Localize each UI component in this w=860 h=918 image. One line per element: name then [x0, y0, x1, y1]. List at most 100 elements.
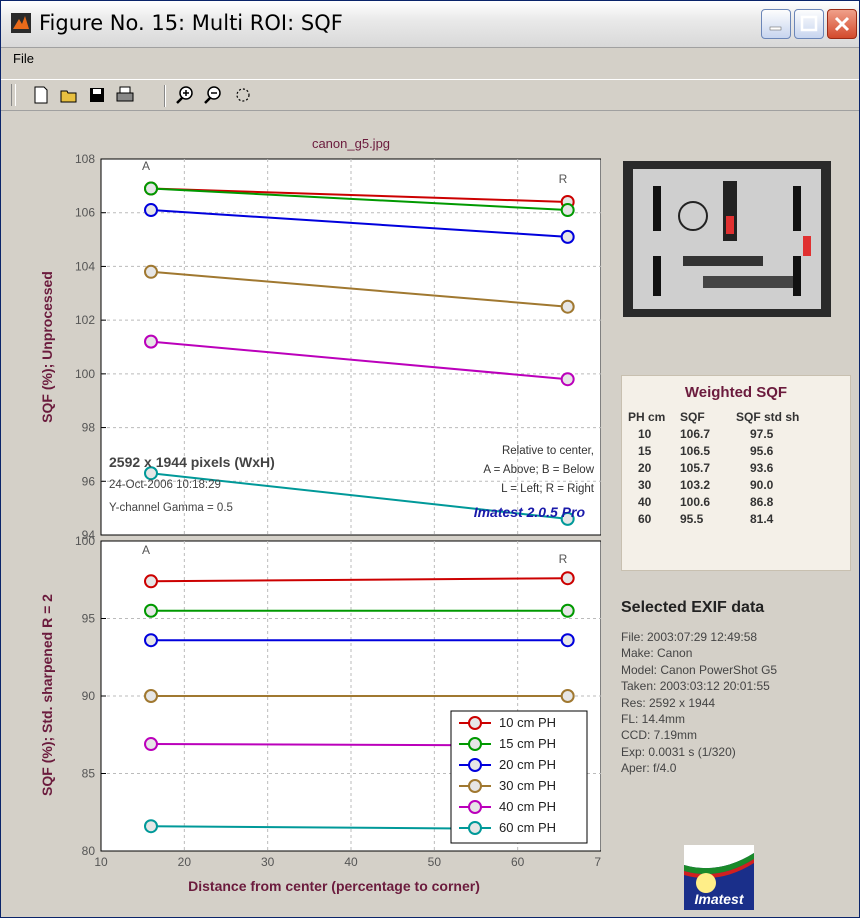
top-plot-title: canon_g5.jpg	[312, 136, 390, 151]
y-tick-label: 96	[82, 474, 96, 488]
series-point	[560, 229, 575, 244]
y-tick-label: 104	[75, 259, 95, 273]
table-row: 15 106.5 95.6	[628, 442, 799, 459]
imatest-logo: Imatest	[684, 845, 754, 910]
header-ph-cm: PH cm	[628, 409, 666, 424]
series-point	[144, 181, 158, 196]
table-row: 60 95.5 81.4	[628, 510, 799, 527]
maximize-icon	[800, 15, 818, 32]
legend-label: 60 cm PH	[499, 820, 556, 835]
cell-ph: 40	[638, 494, 652, 509]
x-tick-label: 40	[344, 855, 358, 869]
series-point	[560, 571, 575, 586]
close-button[interactable]	[827, 9, 857, 39]
print-icon[interactable]	[115, 85, 135, 105]
legend-marker	[468, 821, 482, 835]
target-thumbnail	[623, 161, 831, 317]
relative-annotation-3: L = Left; R = Right	[501, 483, 595, 495]
x-tick-label: 60	[511, 855, 525, 869]
zoom-in-icon[interactable]	[175, 85, 195, 105]
cell-ph: 30	[638, 477, 652, 492]
cell-ph: 15	[638, 443, 652, 458]
cell-std: 86.8	[750, 494, 774, 509]
y-tick-label: 85	[82, 767, 96, 781]
relative-annotation-1: Relative to center,	[502, 445, 594, 457]
y-tick-label: 102	[75, 313, 95, 327]
cell-std: 93.6	[750, 460, 774, 475]
series-point	[144, 574, 158, 589]
series-point	[144, 264, 158, 279]
series-point	[560, 203, 575, 218]
menu-file[interactable]: File	[13, 51, 34, 66]
y-tick-label: 108	[75, 152, 95, 166]
exif-list: File: 2003:07:29 12:49:58 Make: Canon Mo…	[621, 629, 777, 777]
x-tick-label: 50	[428, 855, 442, 869]
pixels-annotation: 2592 x 1944 pixels (WxH)	[109, 454, 275, 470]
y-tick-label: 100	[75, 367, 95, 381]
legend-marker	[468, 716, 482, 730]
exif-line: File: 2003:07:29 12:49:58	[621, 630, 758, 644]
legend-label: 10 cm PH	[499, 715, 556, 730]
exif-line: Model: Canon PowerShot G5	[621, 662, 778, 677]
new-icon[interactable]	[31, 85, 51, 105]
cell-sqf: 100.6	[680, 494, 711, 509]
x-tick-label: 20	[178, 855, 192, 869]
table-row: 30 103.2 90.0	[628, 476, 799, 493]
window-title: Figure No. 15: Multi ROI: SQF	[39, 11, 343, 35]
logo-text: Imatest	[694, 891, 744, 907]
bottom-y-tick-labels: 80 85 90 95 100	[75, 534, 95, 858]
y-tick-label: 98	[82, 421, 96, 435]
legend-marker	[468, 758, 482, 772]
weighted-sqf-table: PH cm SQF SQF std sh 10 106.7 97.5 15 106.5…	[628, 408, 799, 527]
legend-label: 40 cm PH	[499, 799, 556, 814]
table-row: 20 105.7 93.6	[628, 459, 799, 476]
imatest-version-annotation: Imatest 2.0.5 Pro	[474, 504, 586, 520]
matlab-icon	[11, 13, 31, 33]
minimize-button[interactable]	[761, 9, 791, 39]
x-tick-label: 70	[594, 855, 601, 869]
figure-area: canon_g5.jpg 94 96 98 100 102 104 106 108 SQF (…	[1, 111, 859, 917]
legend-marker	[468, 737, 482, 751]
series-point	[560, 603, 575, 618]
bottom-x-tick-labels: 10 20 30 40 50 60 70	[94, 855, 608, 869]
cell-sqf: 106.5	[680, 443, 711, 458]
exif-title: Selected EXIF data	[621, 599, 765, 616]
x-tick-label: 30	[261, 855, 275, 869]
cell-sqf: 103.2	[680, 477, 711, 492]
series-point	[560, 372, 575, 387]
cell-std: 90.0	[750, 477, 774, 492]
cell-sqf: 106.7	[680, 426, 711, 441]
y-tick-label: 80	[82, 844, 96, 858]
series-point	[144, 689, 158, 703]
series-point	[144, 737, 158, 752]
cell-ph: 60	[638, 511, 652, 526]
cell-sqf: 95.5	[680, 511, 704, 526]
legend: 10 cm PH 15 cm PH 20 cm PH 30 cm PH 40 cm PH…	[450, 710, 588, 844]
exif-line: Res: 2592 x 1944	[621, 695, 716, 710]
exif-line: Make: Canon	[621, 646, 693, 661]
title-bar[interactable]: Figure No. 15: Multi ROI: SQF	[1, 1, 859, 48]
series-point	[144, 633, 158, 648]
date-annotation: 24-Oct-2006 10:18:29	[109, 479, 221, 491]
toolbar-grip[interactable]	[11, 84, 16, 106]
rotate-icon[interactable]	[233, 85, 253, 105]
sqf-plots: canon_g5.jpg 949698100102104106108 SQF (…	[39, 136, 608, 894]
top-y-axis-label: SQF (%); Unprocessed	[39, 271, 55, 423]
toolbar-separator	[164, 85, 166, 107]
save-icon[interactable]	[87, 85, 107, 105]
weighted-sqf-panel: Weighted SQF PH cm SQF SQF std sh 10 106.…	[621, 375, 851, 571]
maximize-button[interactable]	[794, 9, 824, 39]
table-row: 10 106.7 97.5	[628, 425, 799, 442]
channel-annotation: Y-channel Gamma = 0.5	[109, 502, 233, 514]
zoom-out-icon[interactable]	[203, 85, 223, 105]
header-sqf: SQF	[680, 409, 705, 424]
series-point	[560, 299, 575, 314]
legend-label: 15 cm PH	[499, 736, 556, 751]
cell-sqf: 105.7	[680, 460, 711, 475]
table-row: 40 100.6 86.8	[628, 493, 799, 510]
bottom-point-label-a: A	[142, 543, 150, 557]
open-icon[interactable]	[59, 85, 79, 105]
series-point	[144, 203, 158, 218]
figure-window: Figure No. 15: Multi ROI: SQF File canon…	[0, 0, 860, 918]
exif-line: Aper: f/4.0	[621, 761, 677, 776]
